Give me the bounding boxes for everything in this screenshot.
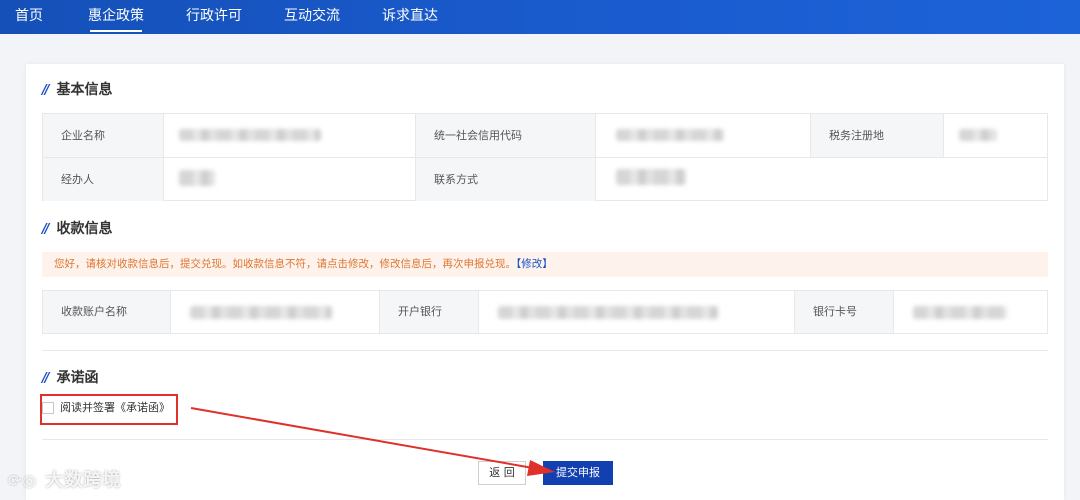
section-marker-icon: // — [42, 371, 49, 386]
watermark-logo-icon: ⟳◎ — [8, 471, 38, 490]
card-value-redacted — [913, 306, 1007, 319]
company-name-label: 企业名称 — [43, 114, 163, 157]
nav-item-interaction[interactable]: 互动交流 — [284, 6, 340, 26]
section-divider — [42, 350, 1048, 351]
application-form-card: //基本信息 企业名称 统一社会信用代码 税务注册地 经办人 联系方式 //收款… — [26, 64, 1064, 500]
payment-info-heading: //收款信息 — [42, 221, 113, 237]
commitment-checkbox-label[interactable]: 阅读并签署《承诺函》 — [60, 400, 170, 416]
submit-application-button[interactable]: 提交申报 — [543, 461, 613, 485]
tax-place-label: 税务注册地 — [811, 114, 943, 157]
credit-code-value-redacted — [616, 129, 724, 141]
contact-value-redacted — [616, 169, 686, 185]
account-name-value-redacted — [190, 306, 332, 319]
nav-item-policies[interactable]: 惠企政策 — [88, 6, 144, 32]
top-nav-bar: 首页 惠企政策 行政许可 互动交流 诉求直达 — [0, 0, 1080, 34]
edit-payment-link[interactable]: 【修改】 — [516, 258, 553, 270]
section-marker-icon: // — [42, 222, 49, 237]
company-name-value-redacted — [179, 129, 321, 141]
commitment-heading: //承诺函 — [42, 370, 99, 386]
nav-item-licensing[interactable]: 行政许可 — [186, 6, 242, 26]
section-marker-icon: // — [42, 83, 49, 98]
payment-notice: 您好，请核对收款信息后，提交兑现。如收款信息不符，请点击修改，修改信息后，再次申… — [42, 252, 1048, 277]
nav-item-home[interactable]: 首页 — [15, 6, 43, 26]
tax-place-value-redacted — [959, 129, 997, 141]
bank-value-redacted — [498, 306, 718, 319]
basic-info-heading: //基本信息 — [42, 82, 113, 98]
nav-item-appeals[interactable]: 诉求直达 — [382, 6, 438, 26]
card-label: 银行卡号 — [795, 291, 893, 333]
handler-value-redacted — [179, 170, 215, 186]
contact-label: 联系方式 — [416, 158, 595, 201]
payment-info-table: 收款账户名称 开户银行 银行卡号 — [42, 290, 1048, 334]
back-button[interactable]: 返 回 — [478, 461, 526, 485]
watermark: ⟳◎ 大数跨境 — [8, 470, 122, 491]
basic-info-table: 企业名称 统一社会信用代码 税务注册地 经办人 联系方式 — [42, 113, 1048, 201]
bank-label: 开户银行 — [380, 291, 478, 333]
handler-label: 经办人 — [43, 158, 163, 201]
actions-divider — [42, 439, 1048, 440]
commitment-checkbox[interactable] — [42, 402, 54, 414]
credit-code-label: 统一社会信用代码 — [416, 114, 595, 157]
account-name-label: 收款账户名称 — [43, 291, 170, 333]
